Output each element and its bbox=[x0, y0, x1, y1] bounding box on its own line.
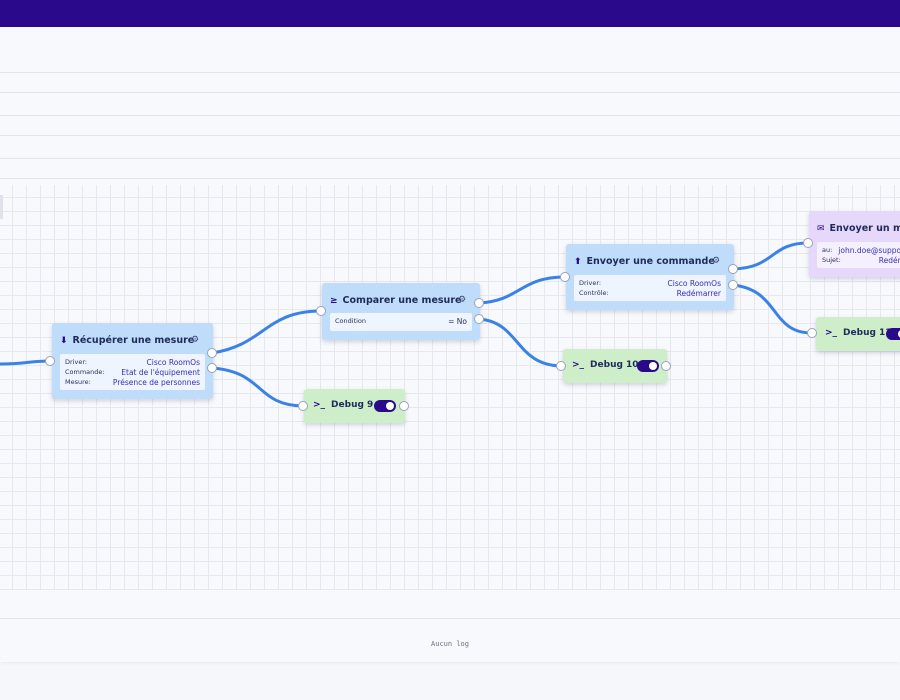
gear-icon[interactable]: ⚙ bbox=[458, 295, 466, 305]
input-port[interactable] bbox=[556, 361, 566, 371]
output-port-true[interactable] bbox=[474, 298, 484, 308]
param-row: Commande: Etat de l'équipement bbox=[65, 368, 200, 377]
node-params: Driver: Cisco RoomOs Commande: Etat de l'é… bbox=[60, 354, 205, 390]
debug-toggle[interactable] bbox=[886, 328, 900, 340]
input-port[interactable] bbox=[298, 401, 308, 411]
greater-equal-icon: ≥ bbox=[330, 295, 338, 306]
node-title: Debug 11 bbox=[843, 328, 892, 338]
node-params: Driver: Cisco RoomOs Contrôle: Redémarrer bbox=[574, 275, 726, 301]
node-debug-11[interactable]: >_ Debug 11 bbox=[816, 317, 900, 351]
node-header: ✉ Envoyer un mai bbox=[817, 223, 900, 234]
node-title: Debug 9 bbox=[331, 400, 374, 410]
param-row: Condition = No bbox=[335, 317, 467, 326]
node-params: au: john.doe@suppo Sujet: Redém bbox=[817, 242, 900, 268]
output-port[interactable] bbox=[661, 361, 671, 371]
wire-envoyer-to-debug11 bbox=[731, 283, 814, 335]
node-debug-10[interactable]: >_ Debug 10 bbox=[563, 349, 667, 383]
output-port-false[interactable] bbox=[207, 363, 217, 373]
node-envoyer-commande[interactable]: ⬆ Envoyer une commande ⚙ Driver: Cisco Ro… bbox=[566, 244, 734, 310]
envelope-icon: ✉ bbox=[817, 223, 825, 234]
param-key: Sujet: bbox=[822, 256, 841, 264]
terminal-icon: >_ bbox=[313, 400, 326, 410]
output-port-true[interactable] bbox=[207, 348, 217, 358]
debug-header: >_ Debug 9 bbox=[313, 400, 373, 410]
output-port-false[interactable] bbox=[728, 280, 738, 290]
param-value: Cisco RoomOs bbox=[146, 358, 201, 367]
param-row: au: john.doe@suppo bbox=[822, 246, 900, 255]
param-row: Sujet: Redém bbox=[822, 256, 900, 265]
input-port[interactable] bbox=[316, 306, 326, 316]
wire-envoyer-to-mail bbox=[731, 241, 810, 271]
terminal-icon: >_ bbox=[825, 328, 838, 338]
node-title: Envoyer un mai bbox=[829, 223, 900, 234]
output-port-true[interactable] bbox=[728, 264, 738, 274]
output-port-false[interactable] bbox=[474, 314, 484, 324]
param-value: Etat de l'équipement bbox=[121, 368, 200, 377]
wire-comparer-to-debug10 bbox=[477, 317, 563, 368]
debug-header: >_ Debug 10 bbox=[572, 360, 639, 370]
node-header: ⬆ Envoyer une commande bbox=[574, 256, 715, 267]
input-port[interactable] bbox=[803, 238, 813, 248]
wire-recuperer-to-debug9 bbox=[210, 366, 305, 408]
param-value: Redémarrer bbox=[676, 289, 721, 298]
param-row: Driver: Cisco RoomOs bbox=[579, 279, 721, 288]
param-row: Mesure: Présence de personnes bbox=[65, 378, 200, 387]
download-icon: ⬇ bbox=[60, 335, 68, 346]
wire-comparer-to-envoyer bbox=[477, 275, 567, 305]
param-key: Mesure: bbox=[65, 378, 91, 386]
debug-toggle[interactable] bbox=[374, 400, 396, 412]
param-value: Cisco RoomOs bbox=[667, 279, 722, 288]
input-port[interactable] bbox=[560, 272, 570, 282]
node-header: ⬇ Récupérer une mesure bbox=[60, 335, 194, 346]
param-key: Contrôle: bbox=[579, 289, 609, 297]
upload-icon: ⬆ bbox=[574, 256, 582, 267]
node-debug-9[interactable]: >_ Debug 9 bbox=[304, 389, 405, 423]
wire-recuperer-to-comparer bbox=[210, 309, 323, 355]
param-value: john.doe@suppo bbox=[838, 246, 900, 255]
node-title: Comparer une mesure bbox=[342, 295, 462, 306]
debug-header: >_ Debug 11 bbox=[825, 328, 892, 338]
node-params: Condition = No bbox=[330, 313, 472, 331]
param-value: Redém bbox=[878, 256, 900, 265]
node-recuperer-mesure[interactable]: ⬇ Récupérer une mesure ⚙ Driver: Cisco Ro… bbox=[52, 323, 213, 399]
input-port[interactable] bbox=[45, 356, 55, 366]
node-comparer-mesure[interactable]: ≥ Comparer une mesure ⚙ Condition = No bbox=[322, 283, 480, 340]
param-key: Driver: bbox=[579, 279, 602, 287]
node-header: ≥ Comparer une mesure bbox=[330, 295, 461, 306]
node-envoyer-mail[interactable]: ✉ Envoyer un mai au: john.doe@suppo Sujet… bbox=[809, 211, 900, 277]
param-key: Commande: bbox=[65, 368, 105, 376]
param-row: Driver: Cisco RoomOs bbox=[65, 358, 200, 367]
param-key: Condition bbox=[335, 317, 367, 325]
debug-toggle[interactable] bbox=[637, 360, 659, 372]
output-port[interactable] bbox=[399, 401, 409, 411]
node-title: Récupérer une mesure bbox=[72, 335, 195, 346]
node-title: Debug 10 bbox=[590, 360, 639, 370]
param-key: Driver: bbox=[65, 358, 88, 366]
param-value: Présence de personnes bbox=[112, 378, 200, 387]
log-empty-message: Aucun log bbox=[431, 640, 469, 648]
param-key: au: bbox=[822, 246, 833, 254]
gear-icon[interactable]: ⚙ bbox=[191, 335, 199, 345]
node-title: Envoyer une commande bbox=[586, 256, 715, 267]
gear-icon[interactable]: ⚙ bbox=[712, 256, 720, 266]
input-port[interactable] bbox=[807, 328, 817, 338]
param-row: Contrôle: Redémarrer bbox=[579, 289, 721, 298]
param-value: = No bbox=[448, 317, 467, 326]
wire-input-to-recuperer bbox=[0, 359, 52, 366]
terminal-icon: >_ bbox=[572, 360, 585, 370]
